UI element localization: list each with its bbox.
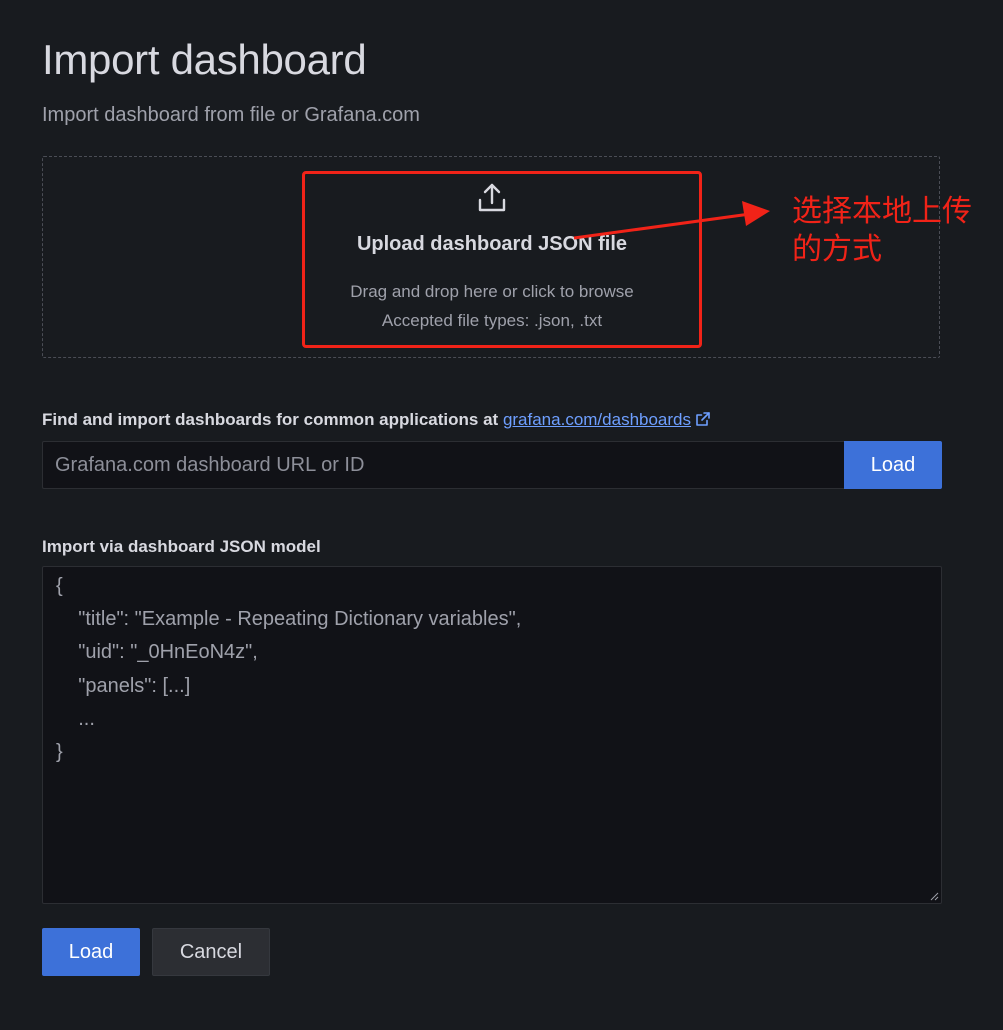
import-dashboard-page: Import dashboard Import dashboard from f… (0, 0, 1003, 1030)
page-subtitle: Import dashboard from file or Grafana.co… (42, 104, 420, 126)
load-button[interactable]: Load (42, 928, 140, 976)
json-model-textarea[interactable]: { "title": "Example - Repeating Dictiona… (42, 566, 942, 904)
annotation-text: 选择本地上传的方式 (792, 194, 972, 267)
json-line: "panels": [...] (56, 675, 191, 697)
resize-handle-icon[interactable] (929, 891, 939, 901)
cancel-button[interactable]: Cancel (152, 928, 270, 976)
grafana-com-url-input[interactable] (42, 441, 844, 489)
json-line: "uid": "_0HnEoN4z", (56, 641, 258, 663)
page-title: Import dashboard (42, 36, 367, 83)
annotation-arrow-icon (573, 201, 770, 240)
grafana-com-load-button[interactable]: Load (844, 441, 942, 489)
grafana-com-label-text: Find and import dashboards for common ap… (42, 410, 503, 429)
json-line: ... (56, 708, 95, 730)
grafana-com-label: Find and import dashboards for common ap… (42, 410, 711, 430)
json-line: { (56, 575, 63, 597)
grafana-com-dashboards-link[interactable]: grafana.com/dashboards (503, 410, 691, 429)
external-link-icon[interactable] (695, 411, 711, 427)
json-line: "title": "Example - Repeating Dictionary… (56, 608, 522, 630)
json-model-label: Import via dashboard JSON model (42, 537, 321, 556)
json-line: } (56, 741, 63, 763)
